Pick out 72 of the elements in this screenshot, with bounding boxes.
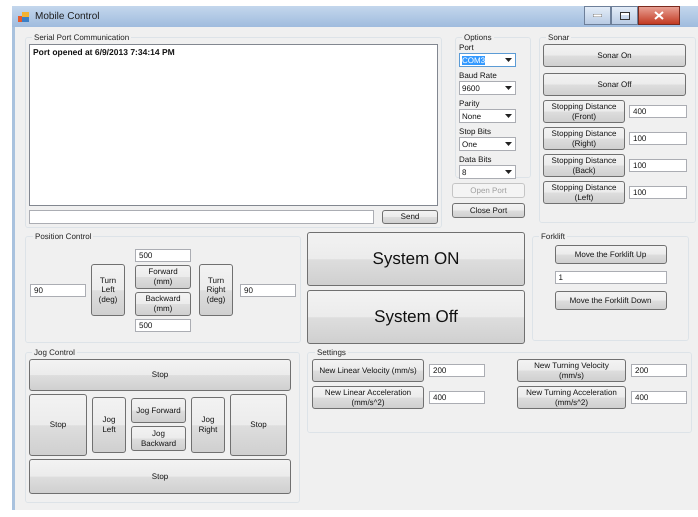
distance-field[interactable]: 500	[135, 248, 191, 262]
system-button[interactable]: System ON	[307, 232, 525, 286]
dropdown-arrow-icon	[505, 114, 512, 118]
jog-backward-button[interactable]: Jog Backward	[131, 426, 186, 452]
jog-right-button[interactable]: Jog Right	[191, 396, 225, 453]
dropdown-arrow-icon	[505, 58, 512, 62]
sonar-button[interactable]: Sonar Off	[543, 73, 686, 96]
field-label: Baud Rate	[459, 70, 498, 81]
dropdown-arrow-icon	[505, 86, 512, 90]
setting-button[interactable]: New Linear Acceleration (mm/s^2)	[312, 386, 424, 409]
dropdown-arrow-icon	[505, 170, 512, 174]
setting-field[interactable]: 200	[631, 364, 687, 377]
setting-button[interactable]: New Turning Velocity (mm/s)	[517, 359, 626, 382]
app-icon	[18, 10, 30, 22]
group-title: Serial Port Communication	[33, 33, 130, 42]
stop-button[interactable]: Stop	[29, 394, 87, 456]
dropdown[interactable]: 9600	[459, 81, 516, 95]
system-button[interactable]: System Off	[307, 290, 525, 344]
group-title: Settings	[316, 348, 347, 357]
angle-field[interactable]: 90	[240, 284, 296, 296]
setting-field[interactable]: 400	[429, 391, 485, 404]
distance-field[interactable]: 500	[135, 318, 191, 332]
setting-field[interactable]: 200	[429, 364, 485, 377]
turn-right-button[interactable]: Turn Right (deg)	[199, 264, 233, 316]
group-title: Options	[463, 33, 493, 42]
forklift-field[interactable]: 1	[554, 271, 666, 284]
close-button[interactable]	[638, 6, 680, 25]
stop-button[interactable]: Stop	[29, 458, 291, 494]
forklift-up-button[interactable]: Move the Forklift Up	[554, 245, 666, 264]
sonar-button[interactable]: Sonar On	[543, 44, 686, 67]
group-title: Forklift	[540, 232, 566, 241]
send-button[interactable]: Send	[382, 210, 438, 224]
stopping-distance-button[interactable]: Stopping Distance (Front)	[543, 100, 625, 123]
group-title: Sonar	[547, 33, 570, 42]
angle-field[interactable]: 90	[30, 284, 86, 296]
dropdown-arrow-icon	[505, 142, 512, 146]
field-label: Data Bits	[459, 154, 492, 165]
forward-button[interactable]: Forward (mm)	[135, 264, 191, 288]
stopping-distance-button[interactable]: Stopping Distance (Left)	[543, 181, 625, 204]
backward-button[interactable]: Backward (mm)	[135, 292, 191, 316]
group-title: Jog Control	[33, 348, 76, 357]
distance-field[interactable]: 100	[629, 159, 687, 172]
minimize-icon	[593, 14, 602, 17]
setting-button[interactable]: New Turning Acceleration (mm/s^2)	[517, 386, 626, 409]
dropdown[interactable]: None	[459, 109, 516, 123]
minimize-button[interactable]	[584, 6, 611, 25]
stop-button[interactable]: Stop	[29, 359, 291, 391]
close-icon	[654, 11, 664, 20]
port-button[interactable]: Close Port	[452, 203, 525, 218]
setting-field[interactable]: 400	[631, 391, 687, 404]
distance-field[interactable]: 100	[629, 132, 687, 145]
stopping-distance-button[interactable]: Stopping Distance (Right)	[543, 127, 625, 150]
maximize-button[interactable]	[611, 6, 638, 25]
distance-field[interactable]: 400	[629, 105, 687, 118]
stopping-distance-button[interactable]: Stopping Distance (Back)	[543, 154, 625, 177]
dropdown[interactable]: One	[459, 137, 516, 151]
stop-button[interactable]: Stop	[230, 394, 287, 456]
setting-button[interactable]: New Linear Velocity (mm/s)	[312, 359, 424, 382]
field-label: Parity	[459, 98, 480, 109]
jog-left-button[interactable]: Jog Left	[92, 396, 126, 453]
turn-left-button[interactable]: Turn Left (deg)	[91, 264, 125, 316]
log-text-area[interactable]: Port opened at 6/9/2013 7:34:14 PM	[29, 44, 438, 206]
send-field[interactable]	[29, 210, 374, 224]
window-title: Mobile Control	[35, 11, 100, 22]
maximize-icon	[620, 12, 630, 20]
field-label: Port	[459, 42, 475, 53]
jog-forward-button[interactable]: Jog Forward	[131, 398, 186, 424]
distance-field[interactable]: 100	[629, 186, 687, 199]
forklift-down-button[interactable]: Move the Forklift Down	[554, 291, 666, 310]
group-title: Position Control	[34, 232, 92, 241]
field-label: Stop Bits	[459, 126, 492, 137]
dropdown[interactable]: 8	[459, 165, 516, 179]
